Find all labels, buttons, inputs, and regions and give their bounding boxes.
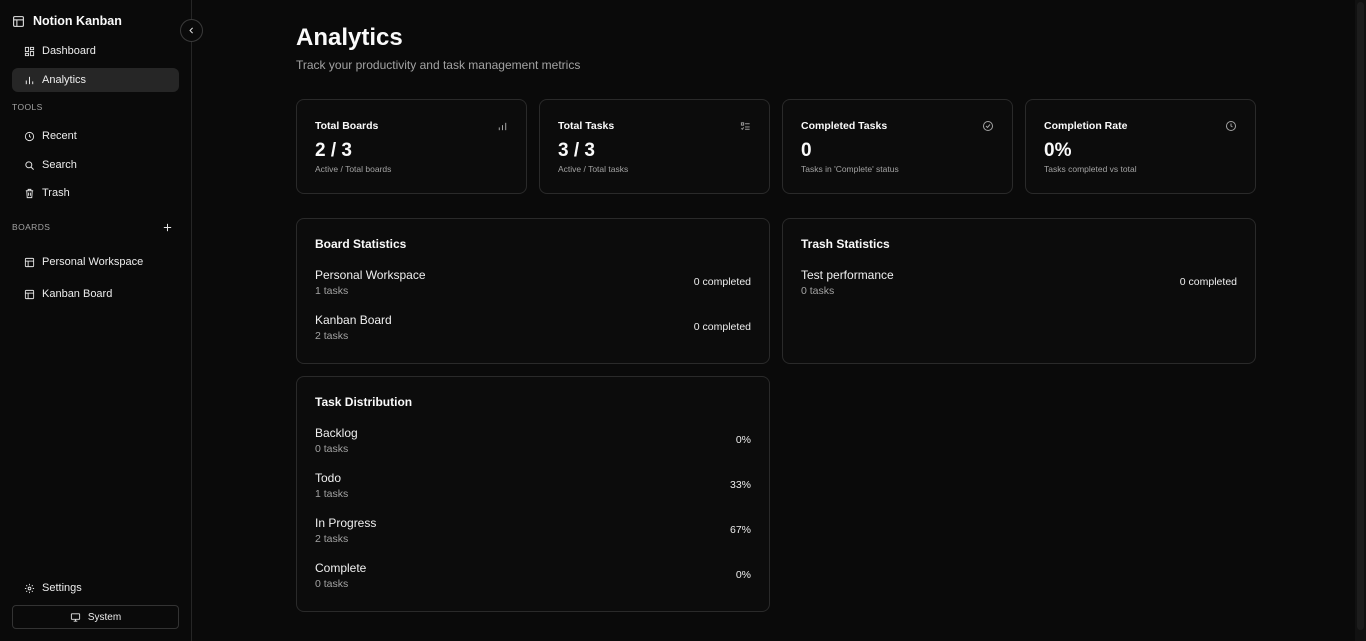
plus-icon [162, 222, 173, 233]
board-icon [24, 289, 35, 300]
stat-title: Total Tasks [558, 120, 615, 132]
nav-label: Search [42, 159, 77, 171]
row-sub: 1 tasks [315, 285, 349, 297]
row-sub: 0 tasks [315, 578, 349, 590]
theme-toggle-button[interactable]: System [12, 605, 179, 629]
panel-title: Trash Statistics [801, 237, 890, 251]
row-name: Todo [315, 471, 342, 485]
nav-label: Dashboard [42, 45, 96, 57]
chevron-left-icon [186, 25, 197, 36]
clock-icon [1225, 120, 1237, 132]
row-name: Backlog [315, 426, 358, 440]
trash-icon [24, 188, 35, 199]
nav-label: Recent [42, 130, 77, 142]
stat-caption: Active / Total boards [315, 164, 392, 174]
tools-section-label: TOOLS [12, 102, 43, 112]
stat-card-total-boards: Total Boards 2 / 3 Active / Total boards [296, 99, 527, 194]
panel-title: Board Statistics [315, 237, 407, 251]
stat-value: 0 [801, 140, 812, 161]
list-item: Test performance 0 tasks 0 completed [801, 268, 1237, 302]
row-value: 33% [729, 479, 751, 491]
stat-card-completion-rate: Completion Rate 0% Tasks completed vs to… [1025, 99, 1256, 194]
row-sub: 1 tasks [315, 488, 349, 500]
board-statistics-panel: Board Statistics Personal Workspace 1 ta… [296, 218, 770, 364]
row-sub: 0 tasks [801, 285, 835, 297]
list-item: In Progress 2 tasks 67% [315, 516, 751, 550]
nav-item-dashboard[interactable]: Dashboard [12, 39, 179, 63]
nav-item-trash[interactable]: Trash [12, 181, 179, 205]
row-sub: 0 tasks [315, 443, 349, 455]
brand[interactable]: Notion Kanban [12, 12, 122, 30]
row-value: 67% [729, 524, 751, 536]
nav-label: Trash [42, 187, 70, 199]
row-sub: 2 tasks [315, 330, 349, 342]
stat-title: Completion Rate [1044, 120, 1128, 132]
stat-card-completed-tasks: Completed Tasks 0 Tasks in 'Complete' st… [782, 99, 1013, 194]
app-title: Notion Kanban [33, 14, 122, 28]
stat-caption: Active / Total tasks [558, 164, 629, 174]
bar-chart-icon [496, 120, 508, 132]
stat-caption: Tasks in 'Complete' status [801, 164, 899, 174]
stat-card-total-tasks: Total Tasks 3 / 3 Active / Total tasks [539, 99, 770, 194]
stat-value: 3 / 3 [558, 140, 595, 161]
stat-value: 0% [1044, 140, 1072, 161]
sidebar: Notion Kanban Dashboard Analytics TOOLS … [0, 0, 192, 641]
monitor-icon [70, 612, 81, 623]
page-scrollbar[interactable] [1355, 0, 1366, 641]
nav-item-recent[interactable]: Recent [12, 124, 179, 148]
row-name: Complete [315, 561, 367, 575]
row-name: Personal Workspace [315, 268, 426, 282]
add-board-button[interactable] [160, 220, 174, 234]
sidebar-item-kanban-board[interactable]: Kanban Board [12, 282, 179, 306]
row-name: In Progress [315, 516, 377, 530]
collapse-sidebar-button[interactable] [180, 19, 203, 42]
sidebar-item-personal-workspace[interactable]: Personal Workspace [12, 250, 179, 274]
gear-icon [24, 583, 35, 594]
stat-title: Total Boards [315, 120, 379, 132]
task-distribution-panel: Task Distribution Backlog 0 tasks 0% Tod… [296, 376, 770, 612]
stat-value: 2 / 3 [315, 140, 352, 161]
trash-statistics-panel: Trash Statistics Test performance 0 task… [782, 218, 1256, 364]
scrollbar-thumb[interactable] [1357, 2, 1364, 630]
nav-item-analytics[interactable]: Analytics [12, 68, 179, 92]
list-item: Personal Workspace 1 tasks 0 completed [315, 268, 751, 302]
row-name: Test performance [801, 268, 894, 282]
clock-icon [24, 131, 35, 142]
panel-title: Task Distribution [315, 395, 413, 409]
row-value: 0 completed [693, 321, 751, 333]
board-label: Kanban Board [42, 288, 113, 300]
list-item: Kanban Board 2 tasks 0 completed [315, 313, 751, 347]
row-value: 0% [735, 434, 751, 446]
list-item: Todo 1 tasks 33% [315, 471, 751, 505]
row-value: 0 completed [693, 276, 751, 288]
nav-label: Analytics [42, 74, 87, 86]
row-value: 0 completed [1179, 276, 1237, 288]
list-checks-icon [739, 120, 751, 132]
row-value: 0% [735, 569, 751, 581]
search-icon [24, 160, 35, 171]
dashboard-icon [24, 46, 35, 57]
board-label: Personal Workspace [42, 256, 144, 268]
board-icon [24, 257, 35, 268]
bar-chart-icon [24, 75, 35, 86]
board-icon [12, 15, 25, 28]
row-sub: 2 tasks [315, 533, 349, 545]
nav-label: Settings [42, 582, 82, 594]
stat-title: Completed Tasks [801, 120, 888, 132]
theme-label: System [87, 611, 122, 623]
nav-item-search[interactable]: Search [12, 153, 179, 177]
page-title: Analytics [296, 24, 403, 51]
boards-section-label: BOARDS [12, 222, 51, 232]
stat-caption: Tasks completed vs total [1044, 164, 1137, 174]
list-item: Backlog 0 tasks 0% [315, 426, 751, 460]
page-subtitle: Track your productivity and task managem… [296, 58, 581, 72]
check-circle-icon [982, 120, 994, 132]
nav-item-settings[interactable]: Settings [12, 576, 179, 600]
list-item: Complete 0 tasks 0% [315, 561, 751, 595]
row-name: Kanban Board [315, 313, 392, 327]
